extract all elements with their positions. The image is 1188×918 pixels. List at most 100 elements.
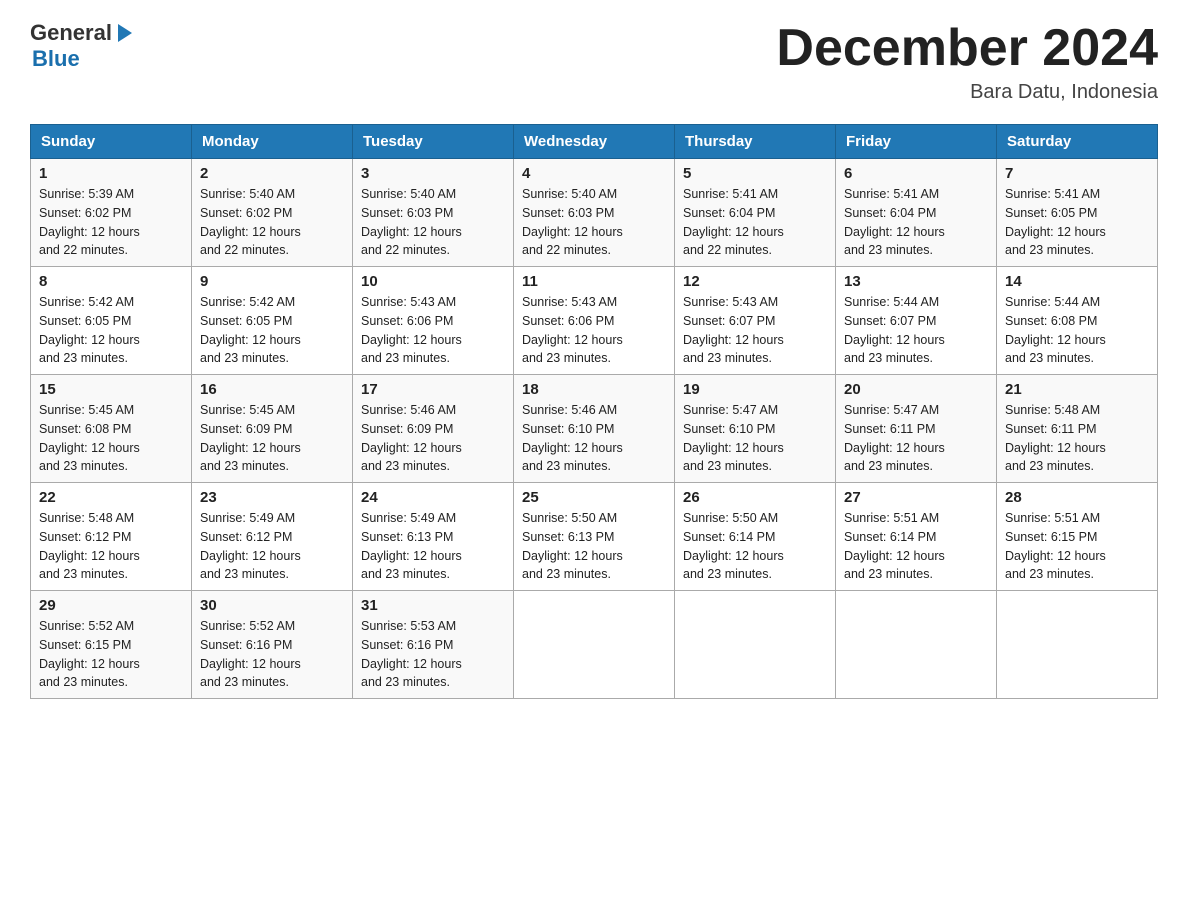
day-info: Sunrise: 5:43 AMSunset: 6:06 PMDaylight:…	[522, 293, 666, 368]
day-info: Sunrise: 5:49 AMSunset: 6:13 PMDaylight:…	[361, 509, 505, 584]
day-info: Sunrise: 5:51 AMSunset: 6:14 PMDaylight:…	[844, 509, 988, 584]
calendar-cell: 1Sunrise: 5:39 AMSunset: 6:02 PMDaylight…	[31, 159, 192, 267]
calendar-week-2: 8 Sunrise: 5:42 AMSunset: 6:05 PMDaylight…	[31, 267, 1158, 375]
day-number: 29	[39, 597, 183, 614]
day-number: 27	[844, 489, 988, 506]
weekday-header-saturday: Saturday	[997, 125, 1158, 159]
day-number: 26	[683, 489, 827, 506]
day-number: 16	[200, 381, 344, 398]
day-number: 20	[844, 381, 988, 398]
page-title: December 2024	[776, 20, 1158, 77]
calendar-cell: 6 Sunrise: 5:41 AMSunset: 6:04 PMDaylight…	[836, 159, 997, 267]
day-number: 18	[522, 381, 666, 398]
weekday-header-friday: Friday	[836, 125, 997, 159]
title-block: December 2024 Bara Datu, Indonesia	[776, 20, 1158, 104]
calendar-cell: 29 Sunrise: 5:52 AMSunset: 6:15 PMDayligh…	[31, 591, 192, 699]
day-info: Sunrise: 5:43 AMSunset: 6:06 PMDaylight:…	[361, 293, 505, 368]
weekday-header-wednesday: Wednesday	[514, 125, 675, 159]
calendar-cell: 4 Sunrise: 5:40 AMSunset: 6:03 PMDaylight…	[514, 159, 675, 267]
calendar-cell: 10Sunrise: 5:43 AMSunset: 6:06 PMDayligh…	[353, 267, 514, 375]
day-info: Sunrise: 5:50 AMSunset: 6:14 PMDaylight:…	[683, 509, 827, 584]
day-info: Sunrise: 5:40 AMSunset: 6:03 PMDaylight:…	[522, 185, 666, 260]
calendar-week-4: 22Sunrise: 5:48 AMSunset: 6:12 PMDayligh…	[31, 483, 1158, 591]
day-info: Sunrise: 5:52 AMSunset: 6:15 PMDaylight:…	[39, 617, 183, 692]
day-number: 22	[39, 489, 183, 506]
day-info: Sunrise: 5:40 AMSunset: 6:02 PMDaylight:…	[200, 185, 344, 260]
calendar-table: SundayMondayTuesdayWednesdayThursdayFrid…	[30, 124, 1158, 699]
day-info: Sunrise: 5:42 AMSunset: 6:05 PMDaylight:…	[39, 293, 183, 368]
day-info: Sunrise: 5:39 AMSunset: 6:02 PMDaylight:…	[39, 185, 183, 260]
day-info: Sunrise: 5:40 AMSunset: 6:03 PMDaylight:…	[361, 185, 505, 260]
day-number: 8	[39, 273, 183, 290]
day-info: Sunrise: 5:42 AMSunset: 6:05 PMDaylight:…	[200, 293, 344, 368]
calendar-cell: 16 Sunrise: 5:45 AMSunset: 6:09 PMDayligh…	[192, 375, 353, 483]
calendar-cell: 30Sunrise: 5:52 AMSunset: 6:16 PMDayligh…	[192, 591, 353, 699]
calendar-cell: 8 Sunrise: 5:42 AMSunset: 6:05 PMDaylight…	[31, 267, 192, 375]
logo-blue-text: Blue	[32, 46, 134, 72]
weekday-header-row: SundayMondayTuesdayWednesdayThursdayFrid…	[31, 125, 1158, 159]
day-number: 14	[1005, 273, 1149, 290]
calendar-cell: 31 Sunrise: 5:53 AMSunset: 6:16 PMDayligh…	[353, 591, 514, 699]
day-number: 31	[361, 597, 505, 614]
calendar-cell	[514, 591, 675, 699]
calendar-cell: 15Sunrise: 5:45 AMSunset: 6:08 PMDayligh…	[31, 375, 192, 483]
day-number: 21	[1005, 381, 1149, 398]
day-info: Sunrise: 5:46 AMSunset: 6:10 PMDaylight:…	[522, 401, 666, 476]
day-info: Sunrise: 5:52 AMSunset: 6:16 PMDaylight:…	[200, 617, 344, 692]
calendar-cell: 18 Sunrise: 5:46 AMSunset: 6:10 PMDayligh…	[514, 375, 675, 483]
calendar-cell: 19Sunrise: 5:47 AMSunset: 6:10 PMDayligh…	[675, 375, 836, 483]
day-info: Sunrise: 5:51 AMSunset: 6:15 PMDaylight:…	[1005, 509, 1149, 584]
day-info: Sunrise: 5:49 AMSunset: 6:12 PMDaylight:…	[200, 509, 344, 584]
day-number: 25	[522, 489, 666, 506]
calendar-cell: 28 Sunrise: 5:51 AMSunset: 6:15 PMDayligh…	[997, 483, 1158, 591]
day-number: 17	[361, 381, 505, 398]
day-info: Sunrise: 5:43 AMSunset: 6:07 PMDaylight:…	[683, 293, 827, 368]
calendar-cell: 23 Sunrise: 5:49 AMSunset: 6:12 PMDayligh…	[192, 483, 353, 591]
weekday-header-thursday: Thursday	[675, 125, 836, 159]
day-number: 11	[522, 273, 666, 290]
day-info: Sunrise: 5:46 AMSunset: 6:09 PMDaylight:…	[361, 401, 505, 476]
page-subtitle: Bara Datu, Indonesia	[776, 81, 1158, 104]
calendar-cell: 3Sunrise: 5:40 AMSunset: 6:03 PMDaylight…	[353, 159, 514, 267]
calendar-cell: 17 Sunrise: 5:46 AMSunset: 6:09 PMDayligh…	[353, 375, 514, 483]
calendar-cell: 20 Sunrise: 5:47 AMSunset: 6:11 PMDayligh…	[836, 375, 997, 483]
weekday-header-monday: Monday	[192, 125, 353, 159]
day-number: 19	[683, 381, 827, 398]
day-number: 7	[1005, 165, 1149, 182]
calendar-cell: 2Sunrise: 5:40 AMSunset: 6:02 PMDaylight…	[192, 159, 353, 267]
logo-arrow-icon	[112, 22, 134, 44]
calendar-cell: 26 Sunrise: 5:50 AMSunset: 6:14 PMDayligh…	[675, 483, 836, 591]
calendar-body: 1Sunrise: 5:39 AMSunset: 6:02 PMDaylight…	[31, 159, 1158, 699]
day-info: Sunrise: 5:50 AMSunset: 6:13 PMDaylight:…	[522, 509, 666, 584]
day-number: 23	[200, 489, 344, 506]
day-number: 28	[1005, 489, 1149, 506]
calendar-cell	[997, 591, 1158, 699]
day-number: 24	[361, 489, 505, 506]
day-number: 13	[844, 273, 988, 290]
day-number: 4	[522, 165, 666, 182]
calendar-cell: 9 Sunrise: 5:42 AMSunset: 6:05 PMDaylight…	[192, 267, 353, 375]
calendar-cell: 24 Sunrise: 5:49 AMSunset: 6:13 PMDayligh…	[353, 483, 514, 591]
calendar-cell: 25 Sunrise: 5:50 AMSunset: 6:13 PMDayligh…	[514, 483, 675, 591]
day-info: Sunrise: 5:45 AMSunset: 6:08 PMDaylight:…	[39, 401, 183, 476]
day-info: Sunrise: 5:47 AMSunset: 6:11 PMDaylight:…	[844, 401, 988, 476]
day-info: Sunrise: 5:41 AMSunset: 6:04 PMDaylight:…	[683, 185, 827, 260]
calendar-cell: 7 Sunrise: 5:41 AMSunset: 6:05 PMDaylight…	[997, 159, 1158, 267]
weekday-header-tuesday: Tuesday	[353, 125, 514, 159]
day-info: Sunrise: 5:41 AMSunset: 6:04 PMDaylight:…	[844, 185, 988, 260]
day-number: 6	[844, 165, 988, 182]
calendar-cell: 12Sunrise: 5:43 AMSunset: 6:07 PMDayligh…	[675, 267, 836, 375]
day-info: Sunrise: 5:41 AMSunset: 6:05 PMDaylight:…	[1005, 185, 1149, 260]
logo-general-text: General	[30, 20, 112, 46]
day-info: Sunrise: 5:45 AMSunset: 6:09 PMDaylight:…	[200, 401, 344, 476]
day-info: Sunrise: 5:53 AMSunset: 6:16 PMDaylight:…	[361, 617, 505, 692]
calendar-cell	[836, 591, 997, 699]
logo: General Blue	[30, 20, 134, 72]
day-number: 5	[683, 165, 827, 182]
day-number: 9	[200, 273, 344, 290]
calendar-cell: 21Sunrise: 5:48 AMSunset: 6:11 PMDayligh…	[997, 375, 1158, 483]
calendar-cell: 27 Sunrise: 5:51 AMSunset: 6:14 PMDayligh…	[836, 483, 997, 591]
weekday-header-sunday: Sunday	[31, 125, 192, 159]
calendar-cell: 22Sunrise: 5:48 AMSunset: 6:12 PMDayligh…	[31, 483, 192, 591]
calendar-cell: 11 Sunrise: 5:43 AMSunset: 6:06 PMDayligh…	[514, 267, 675, 375]
